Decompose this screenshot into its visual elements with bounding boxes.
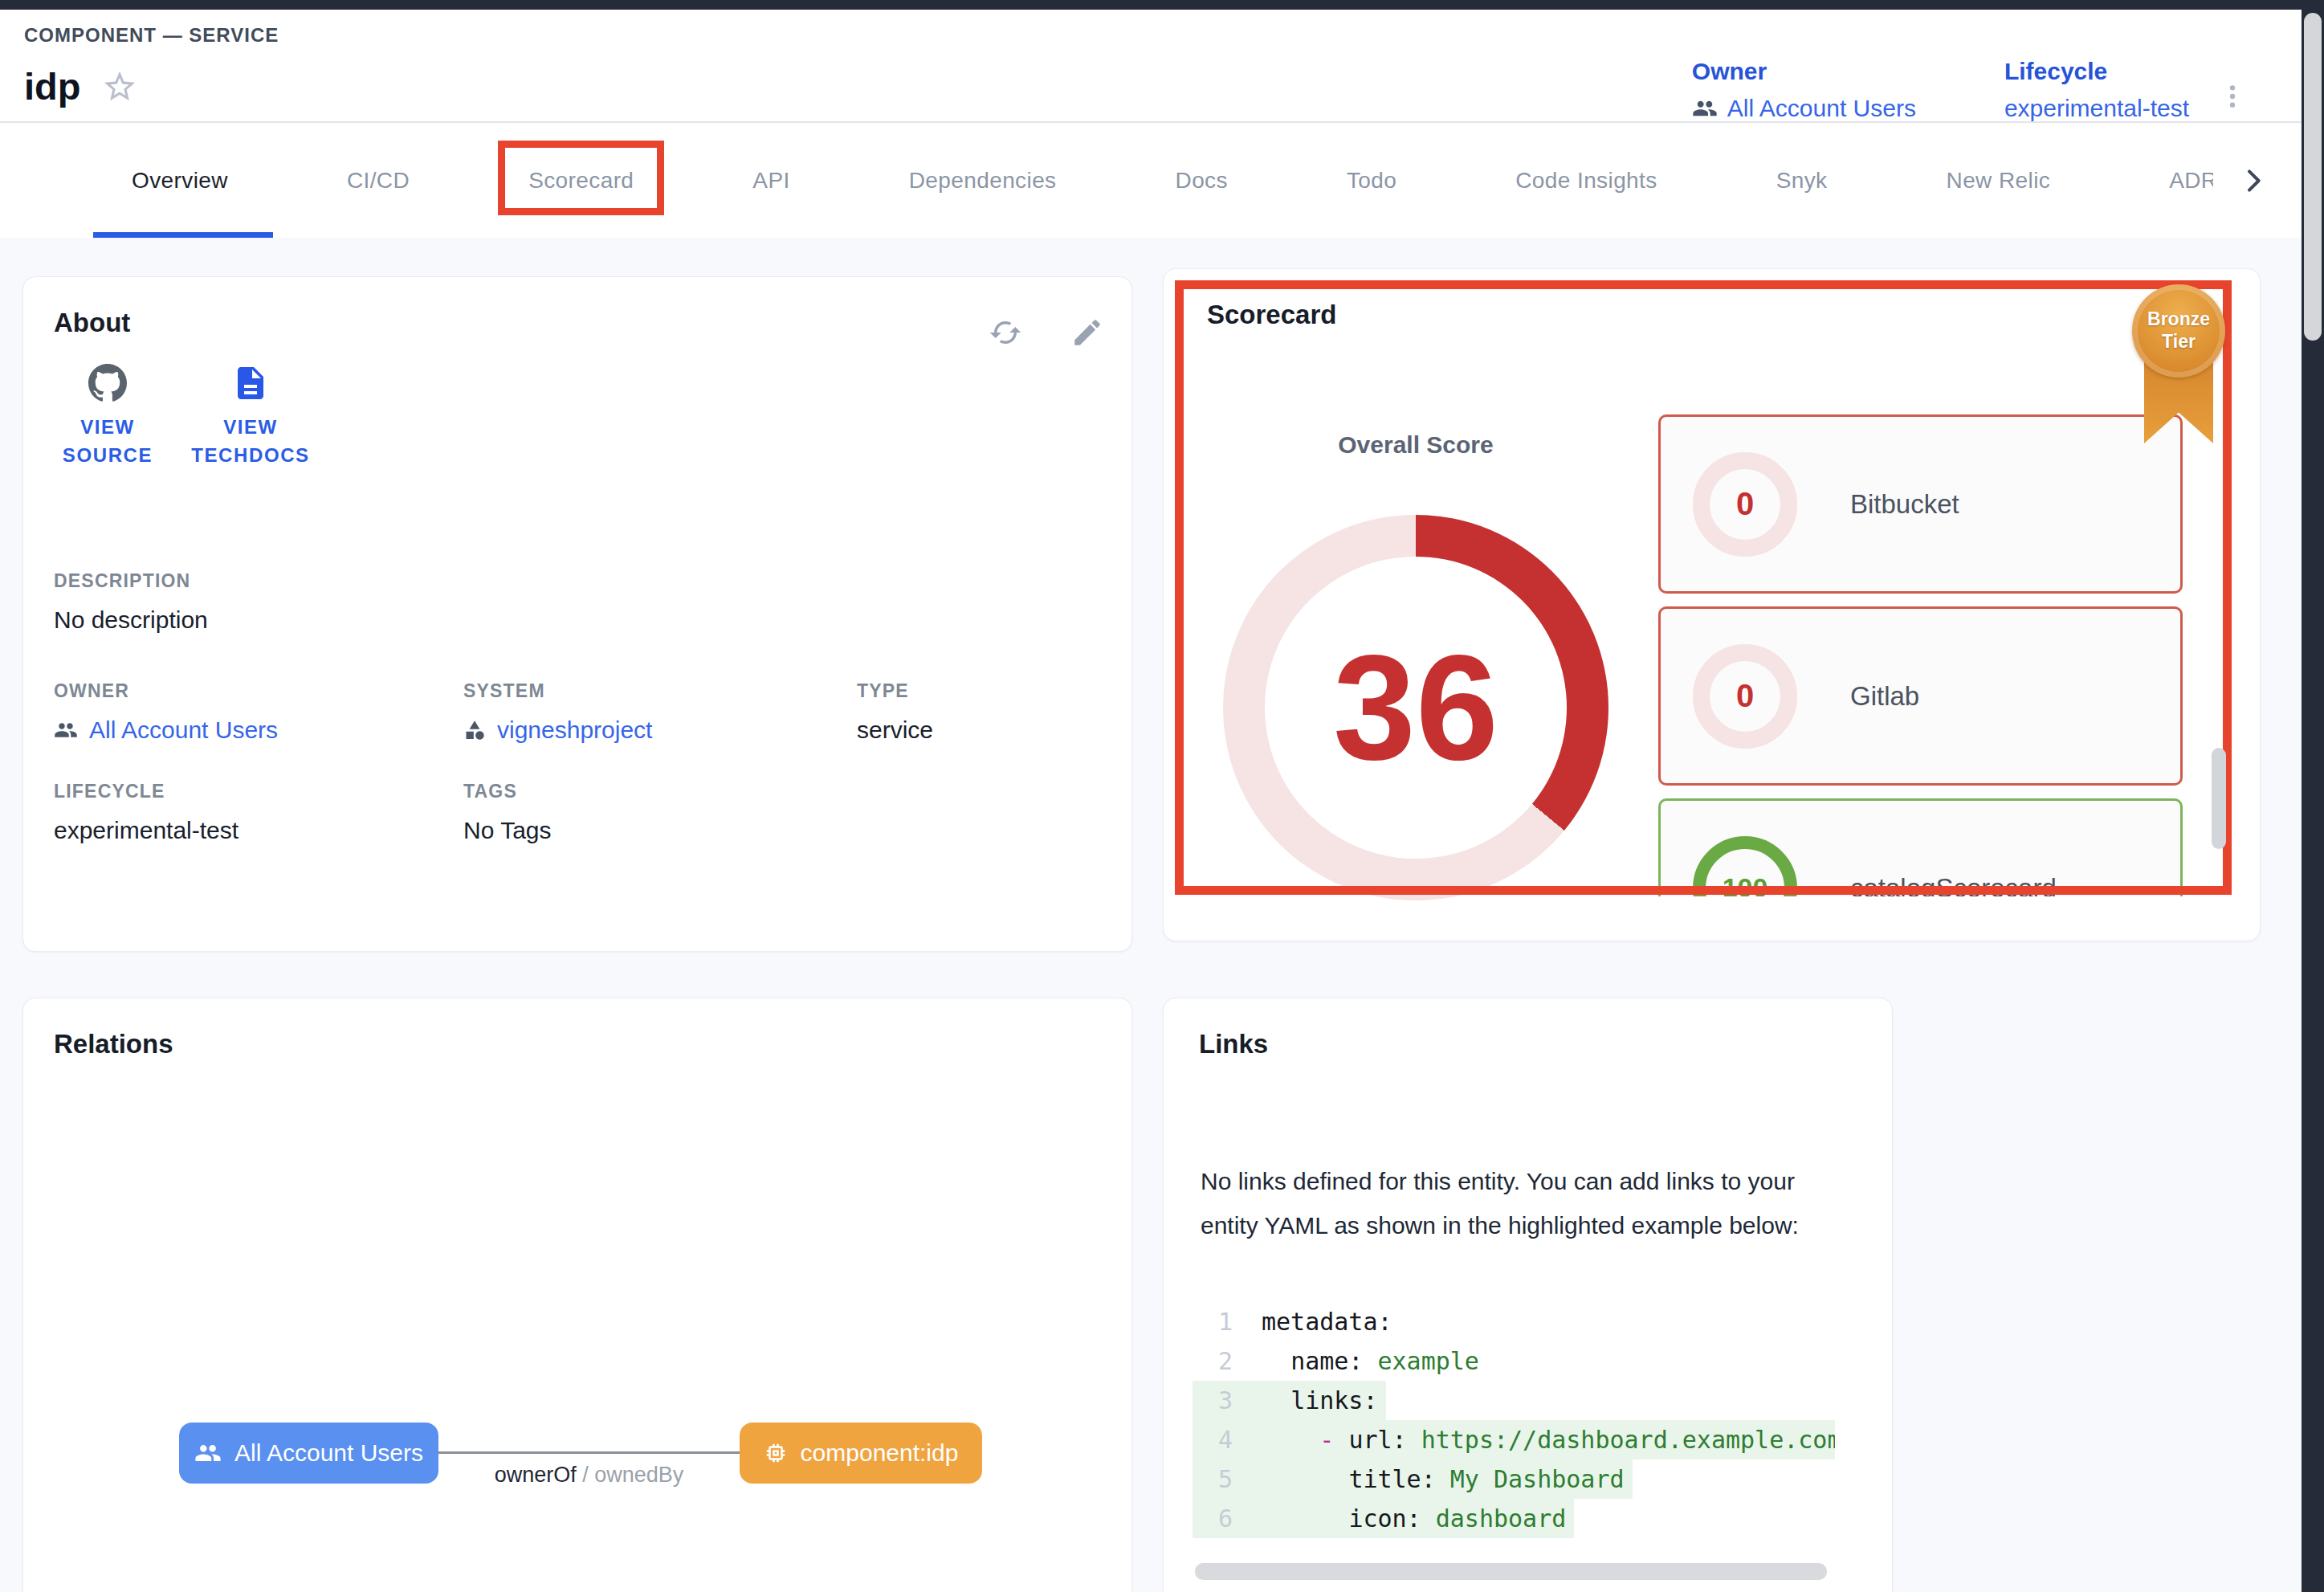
relations-card-title: Relations: [54, 1029, 173, 1059]
about-system: SYSTEM vigneshproject: [463, 680, 857, 744]
code-line: 2 name: example: [1193, 1341, 1487, 1381]
scorecard-item-bitbucket[interactable]: 0 Bitbucket: [1658, 414, 2183, 594]
scorecard-tab-highlight-box: [498, 141, 664, 215]
category-icon: [463, 719, 486, 741]
header-lifecycle: Lifecycle experimental-test: [2004, 58, 2189, 122]
view-source-label: VIEW SOURCE: [39, 414, 176, 470]
tab-docs[interactable]: Docs: [1116, 123, 1287, 238]
links-card-title: Links: [1199, 1029, 1268, 1059]
code-line-highlighted: 6 icon: dashboard: [1193, 1499, 1574, 1538]
chevron-right-icon[interactable]: [2237, 165, 2269, 197]
page-scrollbar-thumb[interactable]: [2304, 13, 2322, 341]
code-line-highlighted: 4 - url: https://dashboard.example.com: [1193, 1420, 1835, 1459]
relation-edge-label: ownerOf / ownedBy: [438, 1463, 740, 1488]
about-card: About VIEW SOURCE VIEW TECHDOCS DESCRIPT…: [22, 276, 1132, 952]
owner-link[interactable]: All Account Users: [1692, 95, 1916, 122]
scorecard-item-gitlab[interactable]: 0 Gitlab: [1658, 606, 2183, 786]
header-owner: Owner All Account Users: [1692, 58, 1916, 122]
score-ring: 0: [1693, 644, 1797, 749]
tab-overview[interactable]: Overview: [72, 123, 287, 238]
tab-todo[interactable]: Todo: [1287, 123, 1456, 238]
group-icon: [54, 718, 78, 742]
code-line: 1metadata:: [1193, 1302, 1401, 1341]
about-card-title: About: [54, 308, 130, 338]
code-line-highlighted: 5 title: My Dashboard: [1193, 1459, 1633, 1499]
entity-header: COMPONENT — SERVICE idp Owner All Accoun…: [0, 10, 2302, 123]
relation-node-component[interactable]: component:idp: [740, 1423, 982, 1484]
github-icon: [88, 364, 127, 402]
score-ring: 0: [1693, 452, 1797, 557]
refresh-icon[interactable]: [989, 316, 1022, 349]
yaml-code-block: 1metadata: 2 name: example 3 links: 4 - …: [1193, 1302, 1835, 1538]
tab-new-relic[interactable]: New Relic: [1887, 123, 2110, 238]
relations-card: Relations ownerOf / ownedBy All Account …: [22, 998, 1132, 1592]
more-options-icon[interactable]: [2216, 80, 2249, 112]
page-title: idp: [24, 64, 80, 108]
page-scrollbar-track[interactable]: [2302, 0, 2324, 1592]
about-tags: TAGS No Tags: [463, 781, 857, 844]
tab-cicd[interactable]: CI/CD: [287, 123, 469, 238]
about-type: TYPE service: [857, 680, 1122, 744]
tab-dependencies[interactable]: Dependencies: [850, 123, 1116, 238]
tab-adr[interactable]: ADR: [2110, 123, 2213, 238]
description-label: DESCRIPTION: [54, 570, 208, 592]
window-top-bar: [0, 0, 2324, 10]
tier-badge-label: Bronze Tier: [2147, 308, 2211, 353]
scorecard-card: Scorecard Bronze Tier Overall Score 36 0…: [1163, 268, 2261, 941]
links-empty-text: No links defined for this entity. You ca…: [1201, 1159, 1801, 1247]
tab-snyk[interactable]: Snyk: [1717, 123, 1887, 238]
overall-score-donut: 36: [1223, 515, 1608, 900]
lifecycle-value: experimental-test: [2004, 95, 2189, 122]
scorecard-list: 0 Bitbucket 0 Gitlab 100 catalogScorecar…: [1658, 414, 2183, 896]
score-ring: 100: [1693, 836, 1797, 897]
view-techdocs-button[interactable]: VIEW TECHDOCS: [182, 364, 319, 470]
scorecard-list-scrollbar-thumb[interactable]: [2212, 748, 2226, 849]
about-lifecycle: LIFECYCLE experimental-test: [54, 781, 463, 844]
group-icon: [194, 1439, 222, 1467]
scorecard-item-catalogscorecard[interactable]: 100 catalogScorecard: [1658, 798, 2183, 896]
about-system-link[interactable]: vigneshproject: [463, 716, 857, 744]
view-source-button[interactable]: VIEW SOURCE: [39, 364, 176, 470]
relation-node-owner[interactable]: All Account Users: [179, 1423, 438, 1484]
entity-tabs-bar: Overview CI/CD Scorecard API Dependencie…: [0, 123, 2302, 238]
code-line-highlighted: 3 links:: [1193, 1381, 1386, 1420]
breadcrumb: COMPONENT — SERVICE: [24, 24, 279, 47]
owner-value: All Account Users: [1727, 95, 1916, 122]
main-content: About VIEW SOURCE VIEW TECHDOCS DESCRIPT…: [0, 238, 2302, 1592]
about-owner: OWNER All Account Users: [54, 680, 463, 744]
owner-label: Owner: [1692, 58, 1916, 85]
tab-code-insights[interactable]: Code Insights: [1456, 123, 1716, 238]
tab-api[interactable]: API: [693, 123, 849, 238]
about-owner-link[interactable]: All Account Users: [54, 716, 463, 744]
edit-icon[interactable]: [1070, 316, 1104, 349]
techdocs-document-icon: [231, 364, 270, 402]
relation-edge-line: [438, 1451, 740, 1454]
memory-chip-icon: [764, 1441, 788, 1465]
scorecard-card-title: Scorecard: [1207, 300, 1336, 330]
lifecycle-label: Lifecycle: [2004, 58, 2189, 85]
group-icon: [1692, 96, 1718, 121]
view-techdocs-label: VIEW TECHDOCS: [182, 414, 319, 470]
bronze-tier-badge: Bronze Tier: [2132, 284, 2225, 378]
overall-score-value: 36: [1333, 623, 1498, 793]
favorite-star-icon[interactable]: [101, 68, 138, 105]
tab-scorecard[interactable]: Scorecard: [469, 123, 693, 238]
links-card: Links No links defined for this entity. …: [1163, 998, 1893, 1592]
code-horizontal-scrollbar-thumb[interactable]: [1195, 1563, 1827, 1580]
description-value: No description: [54, 606, 208, 634]
overall-score-label: Overall Score: [1207, 431, 1625, 459]
